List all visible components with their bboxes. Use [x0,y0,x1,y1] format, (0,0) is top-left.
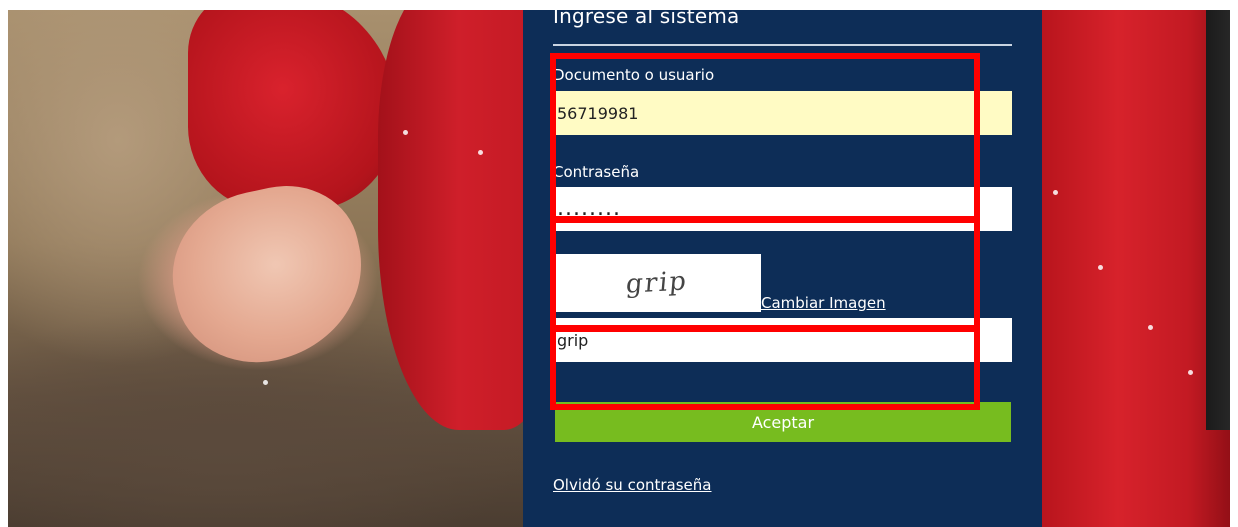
raindrop [1098,265,1103,270]
captcha-input[interactable] [553,318,1012,362]
red-jacket-right [1038,10,1230,527]
black-stripe [1206,10,1230,430]
login-title: Ingrese al sistema [553,4,740,28]
raindrop [263,380,268,385]
password-input[interactable]: ........ [553,187,1012,231]
child-hand [157,172,379,378]
raindrop [403,130,408,135]
raindrop [1053,190,1058,195]
captcha-image-text: grip [624,266,690,300]
user-input[interactable] [553,91,1012,135]
forgot-password-link[interactable]: Olvidó su contraseña [553,476,712,494]
user-label: Documento o usuario [553,66,715,84]
red-sleeve-left [188,10,398,210]
accept-button[interactable]: Aceptar [555,402,1011,442]
raindrop [1188,370,1193,375]
raindrop [1148,325,1153,330]
password-label: Contraseña [553,163,640,181]
login-panel: Ingrese al sistema Documento o usuario C… [523,4,1042,527]
captcha-image: grip [553,254,761,312]
title-divider [553,44,1012,46]
raindrop [478,150,483,155]
change-image-link[interactable]: Cambiar Imagen [761,294,886,312]
